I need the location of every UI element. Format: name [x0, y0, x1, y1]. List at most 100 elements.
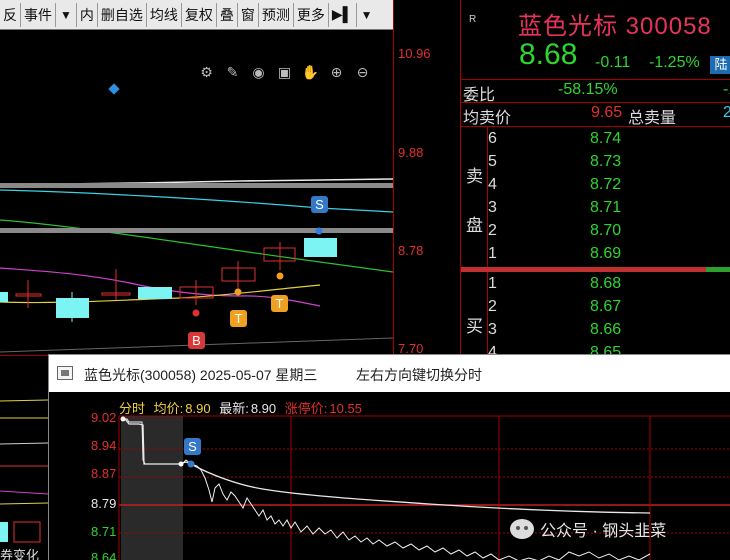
- sell-side-label-1: 卖: [466, 167, 483, 186]
- sell-level-row[interactable]: 6 8.74: [488, 128, 730, 151]
- limit-label: 涨停价:: [284, 401, 328, 416]
- buy-side-column: 买: [461, 272, 488, 362]
- limit-value: 10.55: [329, 401, 362, 416]
- buy-level-row[interactable]: 2 8.67: [488, 296, 730, 319]
- sell-level-row[interactable]: 5 8.73: [488, 151, 730, 174]
- exchange-badge[interactable]: 陆: [710, 56, 730, 74]
- sell-level: 4: [488, 176, 497, 193]
- toolbar-remove-watchlist[interactable]: 删自选: [98, 2, 147, 27]
- last-value: 8.90: [250, 401, 277, 416]
- sell-price: 8.74: [590, 130, 622, 147]
- level-band-upper: [0, 183, 393, 188]
- avg-sell-value: 9.65: [591, 104, 623, 121]
- buy-level: 3: [488, 321, 497, 338]
- toolbar-step-icon[interactable]: ▶▌: [329, 2, 357, 27]
- avg-label: 均价:: [153, 401, 184, 416]
- toolbar-item-events[interactable]: 事件: [21, 2, 56, 27]
- toolbar-more[interactable]: 更多: [294, 2, 329, 27]
- avg-value: 8.90: [185, 401, 211, 416]
- buy-level-row[interactable]: 1 8.68: [488, 273, 730, 296]
- pre-market-shade: [121, 416, 183, 560]
- y-axis-label: 8.71: [91, 524, 117, 539]
- toolbar-overlay[interactable]: 叠: [217, 2, 238, 27]
- watermark: 公众号 · 钢头韭菜: [510, 517, 666, 541]
- hand-icon[interactable]: ✋: [300, 63, 321, 81]
- plus-icon[interactable]: ⊕: [326, 63, 347, 81]
- candle: [56, 298, 89, 318]
- kline-chart[interactable]: S B T T ⚙ ✎ ◉ ▣ ✋ ⊕ ⊖: [0, 30, 394, 355]
- buy-price: 8.67: [590, 298, 622, 315]
- stock-title: 蓝色光标 300058: [518, 6, 712, 41]
- brush-icon[interactable]: ✎: [222, 63, 243, 81]
- signal-dot: [234, 288, 242, 296]
- y-axis-label: 8.87: [91, 466, 117, 481]
- indicator-caption: 券变化: [0, 548, 40, 560]
- toolbar-events-dropdown[interactable]: ▼: [56, 2, 77, 27]
- intraday-header: 分时 均价: 8.90 最新: 8.90 涨停价: 10.55: [119, 398, 367, 417]
- avg-price-line: [122, 418, 651, 514]
- weibi-row: 委比 -58.15% -1: [461, 80, 730, 104]
- gear-icon[interactable]: ⚙: [196, 63, 217, 81]
- toolbar-item-0[interactable]: 反: [0, 2, 21, 27]
- sell-price: 8.73: [590, 153, 622, 170]
- sell-side-column: 卖 盘: [461, 127, 488, 267]
- signal-dot: [192, 309, 200, 317]
- toolbar-adjust[interactable]: 复权: [182, 2, 217, 27]
- signal-dot: [315, 227, 323, 235]
- y-axis-label: 8.64: [91, 550, 117, 560]
- buy-side-label: 买: [466, 317, 483, 336]
- price-label: 10.96: [398, 46, 431, 61]
- weibi-extra: -1: [723, 81, 730, 98]
- popup-hint: 左右方向键切换分时: [356, 367, 482, 383]
- wechat-icon: [510, 519, 534, 539]
- total-sell-label: 总卖量: [628, 110, 677, 127]
- sell-price: 8.71: [590, 199, 622, 216]
- candle: [0, 292, 8, 302]
- indicator-strip: [0, 355, 49, 560]
- y-axis-label: 8.94: [91, 438, 117, 453]
- minus-icon[interactable]: ⊖: [352, 63, 373, 81]
- sell-side-label-2: 盘: [466, 216, 483, 235]
- sell-level: 3: [488, 199, 497, 216]
- basket-icon[interactable]: ▣: [274, 63, 295, 81]
- ma-line-cyan: [0, 189, 394, 213]
- eye-icon[interactable]: ◉: [248, 63, 269, 81]
- sell-level-row[interactable]: 3 8.71: [488, 197, 730, 220]
- last-label: 最新:: [219, 401, 249, 416]
- sell-price: 8.72: [590, 176, 622, 193]
- price-label: 9.88: [398, 145, 424, 160]
- stock-name: 蓝色光标: [518, 13, 618, 40]
- toolbar-step-dropdown[interactable]: ▼: [357, 3, 377, 27]
- buy-sell-ratio-bar: [461, 267, 730, 272]
- sell-level: 1: [488, 245, 497, 262]
- buy-level: 1: [488, 275, 497, 292]
- buy-price: 8.66: [590, 321, 622, 338]
- t-marker-1: T: [235, 311, 243, 326]
- candle: [138, 287, 172, 299]
- buy-level-row[interactable]: 3 8.66: [488, 319, 730, 342]
- buy-price: 8.68: [590, 275, 622, 292]
- weibi-value: -58.15%: [558, 81, 618, 98]
- last-price: 8.68: [519, 38, 578, 71]
- avg-sell-label: 均卖价: [463, 110, 512, 127]
- sell-level-row[interactable]: 4 8.72: [488, 174, 730, 197]
- toolbar-window[interactable]: 窗: [238, 2, 259, 27]
- candle: [304, 238, 337, 257]
- watermark-text: 公众号 · 钢头韭菜: [540, 523, 667, 540]
- chart-tool-icons: ⚙ ✎ ◉ ▣ ✋ ⊕ ⊖: [196, 63, 373, 81]
- sell-level: 6: [488, 130, 497, 147]
- y-axis-label: 9.02: [91, 410, 117, 425]
- toolbar-forecast[interactable]: 预测: [259, 2, 294, 27]
- sell-level-row[interactable]: 1 8.69: [488, 243, 730, 266]
- toolbar-moving-average[interactable]: 均线: [147, 2, 182, 27]
- y-axis-label: 8.79: [91, 496, 117, 511]
- level-band-lower: [0, 228, 393, 233]
- intraday-label: 分时: [119, 401, 146, 416]
- sell-level-row[interactable]: 2 8.70: [488, 220, 730, 243]
- toolbar-item-inner[interactable]: 内: [77, 2, 98, 27]
- buy-level: 2: [488, 298, 497, 315]
- sell-level: 5: [488, 153, 497, 170]
- popup-titlebar[interactable]: 蓝色光标(300058) 2025-05-07 星期三 左右方向键切换分时: [49, 355, 730, 392]
- divider: [461, 126, 730, 127]
- s-marker: S: [188, 439, 197, 454]
